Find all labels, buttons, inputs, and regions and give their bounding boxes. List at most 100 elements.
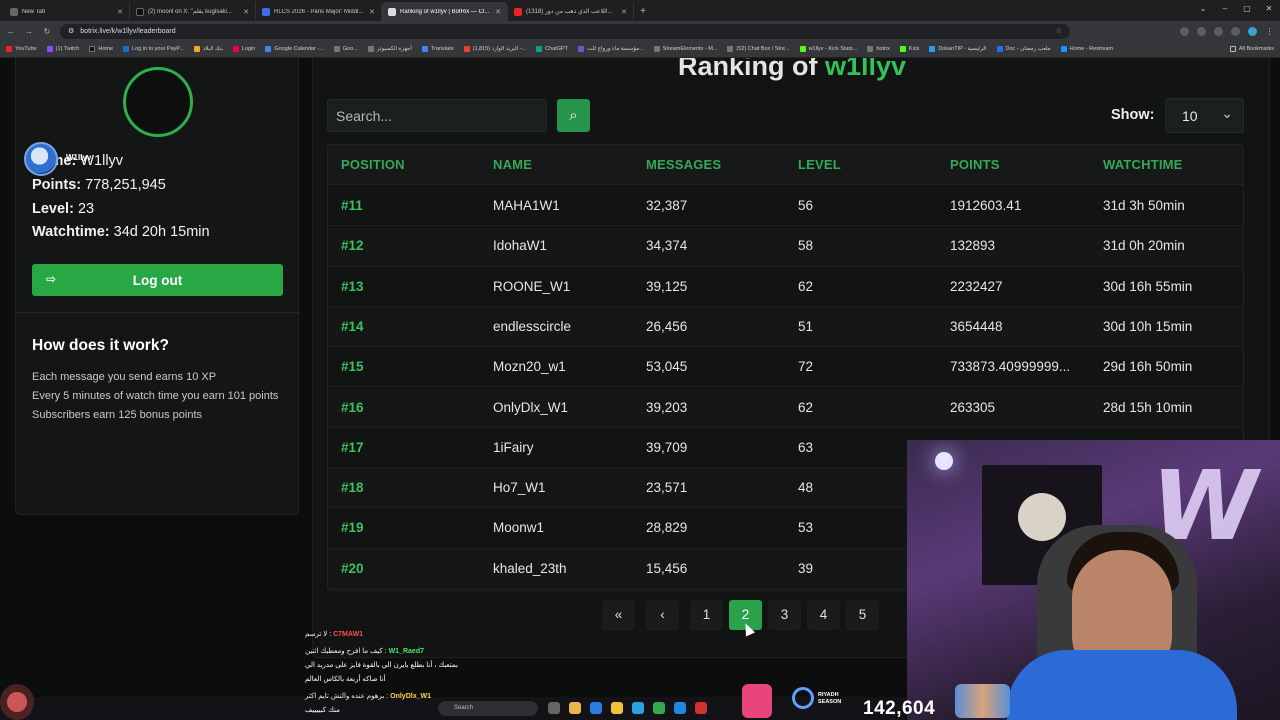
logout-button[interactable]: ⇨ Log out [32,264,283,296]
show-count-select[interactable]: 10 ⌄ [1165,98,1244,133]
tab-label: New Tab [22,8,46,15]
new-tab-button[interactable]: + [634,2,652,21]
bookmark-item[interactable]: Home - Restream [1060,46,1113,52]
app-icon[interactable] [695,702,707,714]
explorer-icon[interactable] [569,702,581,714]
extension-icon[interactable] [1231,26,1240,36]
search-input[interactable]: Search... [327,99,547,132]
cell-name[interactable]: endlesscircle [493,319,571,334]
files-icon[interactable] [611,702,623,714]
cell-name[interactable]: 1iFairy [493,440,534,455]
back-icon[interactable]: ← [6,27,16,36]
cell-name[interactable]: ROONE_W1 [493,279,570,294]
bookmark-item[interactable]: StreamElements - M... [653,46,717,52]
bookmark-item[interactable]: Login [232,46,255,52]
bookmark-item[interactable]: مؤسسة ماء ورواج للت... [578,46,644,52]
tab-search-icon[interactable]: ⌄ [1192,0,1214,18]
all-bookmarks[interactable]: All Bookmarks [1229,46,1274,52]
bookmark-label: ChatGPT [545,46,569,52]
tab-close-icon[interactable]: ✕ [621,8,627,16]
store-icon[interactable] [590,702,602,714]
bookmark-item[interactable]: DokanTIP - الرئيسية [929,46,987,52]
watchtime-value: 34d 20h 15min [113,224,210,240]
bookmark-item[interactable]: Google Calendar -... [265,46,324,52]
bookmark-item[interactable]: Goo... [333,46,358,52]
column-header-position[interactable]: POSITION [341,157,405,172]
tab-favicon [10,7,18,16]
bookmark-item[interactable]: (1) Twitch [46,46,79,52]
site-info-icon[interactable]: ⚙ [68,27,74,35]
cell-name[interactable]: Ho7_W1 [493,480,546,495]
bookmark-item[interactable]: بنك البلاد [193,46,223,52]
cell-name[interactable]: IdohaW1 [493,238,547,253]
page-button-5[interactable]: 5 [846,600,879,630]
skull-emblem [1018,493,1066,541]
browser-tab[interactable]: (2) moonl on X: "يقلم kugisaki... ✕ [130,2,256,21]
search-button[interactable]: ⌕ [557,99,590,132]
page-button-1[interactable]: 1 [690,600,723,630]
profile-avatar-icon[interactable] [1248,26,1257,36]
column-header-messages[interactable]: MESSAGES [646,157,721,172]
bookmark-label: Translate [430,46,454,52]
edge-icon[interactable] [674,702,686,714]
bookmark-item[interactable]: Home [89,46,113,52]
menu-icon[interactable]: ⋮ [1265,27,1274,36]
bookmark-item[interactable]: botrix [867,46,890,52]
cell-name[interactable]: OnlyDlx_W1 [493,400,568,415]
cell-name[interactable]: MAHA1W1 [493,198,560,213]
cell-name[interactable]: Moonw1 [493,520,544,535]
bookmark-item[interactable]: Kick [899,46,919,52]
chat-message: منك كبييييف [305,707,340,714]
bookmark-item[interactable]: w1llyv - Kick Stats... [799,46,857,52]
logout-label: Log out [132,272,183,288]
prev-page-button[interactable]: ‹ [646,600,679,630]
extension-icon[interactable] [1180,26,1189,36]
maximize-icon[interactable]: ▢ [1236,0,1258,18]
first-page-button[interactable]: « [602,600,635,630]
tab-close-icon[interactable]: ✕ [369,8,375,16]
minimize-icon[interactable]: – [1214,0,1236,18]
column-header-points[interactable]: POINTS [950,157,1000,172]
forward-icon[interactable]: → [24,27,34,36]
cell-name[interactable]: Mozn20_w1 [493,359,566,374]
corner-avatar [0,684,34,720]
watchtime-label: Watchtime: [32,224,110,240]
extension-icon[interactable] [1214,26,1223,36]
bookmark-label: مؤسسة ماء ورواج للت... [587,46,644,52]
tab-close-icon[interactable]: ✕ [243,8,249,16]
chrome-icon[interactable] [653,702,665,714]
column-header-level[interactable]: LEVEL [798,157,841,172]
bookmark-star-icon[interactable]: ☆ [1056,27,1062,35]
chatbox-icon [727,46,734,52]
page-button-4[interactable]: 4 [807,600,840,630]
tab-close-icon[interactable]: ✕ [495,8,501,16]
column-header-watchtime[interactable]: WATCHTIME [1103,157,1183,172]
address-bar[interactable]: ⚙ botrix.live/k/w1llyv/leaderboard ☆ [60,23,1070,39]
bookmark-item[interactable]: (52) Chat Box / Stre... [727,46,790,52]
column-header-name[interactable]: NAME [493,157,532,172]
browser-tab[interactable]: RLCS 2026 - Paris Major: Middl... ✕ [256,2,382,21]
browser-tab[interactable]: New Tab ✕ [4,2,130,21]
bookmark-item[interactable]: (1,815) البريد الوارد -... [463,46,526,52]
level-value: 23 [77,201,95,217]
close-window-icon[interactable]: ✕ [1258,0,1280,18]
bookmark-item[interactable]: Doc - ملعب رمضان [996,46,1051,52]
extension-icon[interactable] [1197,26,1206,36]
page-button-3[interactable]: 3 [768,600,801,630]
browser-tab[interactable]: (1318) اللاعب الذي ذهب من دور... ✕ [508,2,634,21]
taskview-icon[interactable] [548,702,560,714]
extensions-area: ⋮ [1180,26,1274,36]
bookmark-label: YouTube [15,46,37,52]
tab-close-icon[interactable]: ✕ [117,8,123,16]
reload-icon[interactable]: ↻ [42,27,52,36]
cell-messages: 39,125 [646,278,688,294]
cell-name[interactable]: khaled_23th [493,561,567,576]
bookmark-item[interactable]: ChatGPT [536,46,568,52]
emote-image [742,684,772,718]
bookmark-item[interactable]: Translate [421,46,454,52]
browser-tab-active[interactable]: Ranking of w1llyv | BotRix — Cl... ✕ [382,2,508,21]
bookmark-item[interactable]: YouTube [6,46,37,52]
bookmark-item[interactable]: Log in to your PayP... [123,46,184,52]
bookmark-item[interactable]: أجهزة الكمبيوتر [367,46,412,52]
telegram-icon[interactable] [632,702,644,714]
